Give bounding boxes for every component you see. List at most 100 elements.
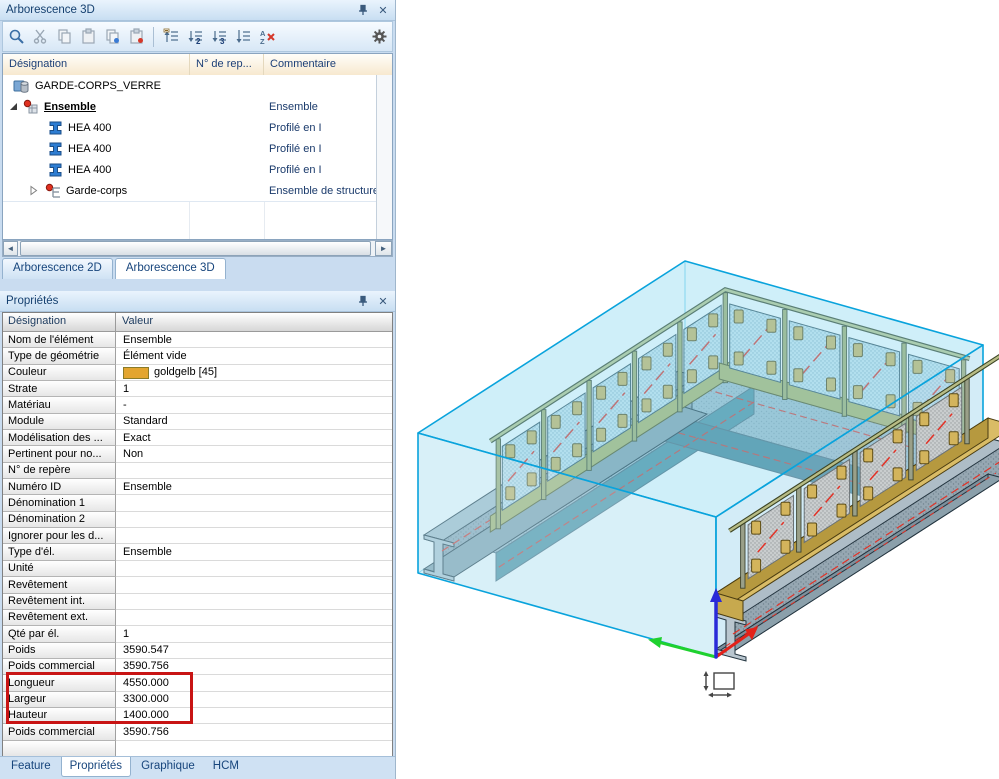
clear-sort-icon[interactable]: AZ	[258, 28, 276, 46]
property-row[interactable]: Poids commercial3590.756	[3, 659, 392, 675]
expanded-triangle-icon[interactable]	[8, 101, 19, 112]
i-beam-profile-icon	[47, 141, 64, 157]
column-header-designation[interactable]: Désignation	[3, 54, 190, 75]
tab-proprietes[interactable]: Propriétés	[61, 757, 131, 777]
properties-panel-title: Propriétés	[0, 295, 58, 307]
tree-item-label: HEA 400	[64, 122, 111, 134]
property-row[interactable]: N° de repère	[3, 463, 392, 479]
property-row[interactable]: Unité	[3, 561, 392, 577]
close-icon[interactable]: ✕	[375, 2, 391, 18]
property-row[interactable]: Revêtement	[3, 577, 392, 593]
tree-item-comment: Profilé en I	[269, 143, 322, 155]
assembly-icon	[23, 99, 40, 115]
property-row[interactable]: Strate1	[3, 381, 392, 397]
tree-table-header: Désignation N° de rep... Commentaire	[3, 54, 392, 76]
property-row[interactable]: Revêtement ext.	[3, 610, 392, 626]
scrollbar-thumb[interactable]	[20, 241, 371, 256]
tree-tab-bar: Arborescence 2D Arborescence 3D	[2, 258, 226, 282]
tree-item-label: Garde-corps	[62, 185, 127, 197]
dock-panel-column: Arborescence 3D ✕	[0, 0, 396, 779]
column-header-comment[interactable]: Commentaire	[264, 54, 392, 75]
scroll-right-arrow[interactable]: ►	[375, 241, 392, 256]
structure-assembly-icon	[45, 183, 62, 199]
property-row[interactable]: Dénomination 2	[3, 512, 392, 528]
property-row[interactable]	[3, 741, 392, 757]
vertical-scrollbar[interactable]	[376, 75, 392, 239]
cut-icon[interactable]	[31, 28, 49, 46]
bottom-tab-bar: Feature Propriétés Graphique HCM	[0, 756, 395, 779]
settings-gear-icon[interactable]	[370, 28, 388, 46]
property-row-color[interactable]: Couleurgoldgelb [45]	[3, 365, 392, 381]
paste-special-icon[interactable]	[127, 28, 145, 46]
property-row-hauteur[interactable]: Hauteur1400.000	[3, 708, 392, 724]
search-icon[interactable]	[7, 28, 25, 46]
scroll-left-arrow[interactable]: ◄	[3, 241, 18, 256]
column-header-valeur: Valeur	[116, 313, 392, 331]
copy-special-icon[interactable]	[103, 28, 121, 46]
expand-level-3-icon[interactable]: 3	[210, 28, 228, 46]
table-row[interactable]: Ensemble Ensemble	[3, 96, 378, 118]
tree-item-label: GARDE-CORPS_VERRE	[31, 80, 161, 92]
tab-graphique[interactable]: Graphique	[133, 757, 203, 777]
property-row[interactable]: Poids commercial3590.756	[3, 724, 392, 740]
column-header-rep[interactable]: N° de rep...	[190, 54, 264, 75]
property-row-largeur[interactable]: Largeur3300.000	[3, 692, 392, 708]
tab-arborescence-3d[interactable]: Arborescence 3D	[115, 258, 226, 279]
i-beam-profile-icon	[47, 120, 64, 136]
horizontal-scrollbar[interactable]: ◄ ►	[2, 240, 393, 257]
application-window: Arborescence 3D ✕	[0, 0, 999, 779]
tree-panel-title: Arborescence 3D	[0, 4, 95, 16]
3d-scene	[396, 0, 999, 779]
property-row[interactable]: Modélisation des ...Exact	[3, 430, 392, 446]
pin-icon[interactable]	[355, 2, 371, 18]
collapse-tree-icon[interactable]	[162, 28, 180, 46]
copy-icon[interactable]	[55, 28, 73, 46]
tree-item-label: HEA 400	[64, 143, 111, 155]
property-row[interactable]: Ignorer pour les d...	[3, 528, 392, 544]
property-row[interactable]: Poids3590.547	[3, 643, 392, 659]
property-row[interactable]: Pertinent pour no...Non	[3, 446, 392, 462]
property-row-longueur[interactable]: Longueur4550.000	[3, 675, 392, 691]
svg-text:3: 3	[220, 37, 225, 45]
pin-icon[interactable]	[355, 293, 371, 309]
i-beam-profile-icon	[47, 162, 64, 178]
property-row[interactable]: Matériau-	[3, 397, 392, 413]
property-row[interactable]: Type de géométrieÉlément vide	[3, 348, 392, 364]
properties-panel-titlebar: Propriétés ✕	[0, 291, 395, 312]
tree-item-comment: Ensemble	[269, 101, 318, 113]
expand-level-2-icon[interactable]: 2	[186, 28, 204, 46]
property-row[interactable]: Type d'él.Ensemble	[3, 544, 392, 560]
property-row[interactable]: ModuleStandard	[3, 414, 392, 430]
tree-item-comment: Ensemble de structure	[269, 185, 379, 197]
property-row[interactable]: Numéro IDEnsemble	[3, 479, 392, 495]
property-row[interactable]: Nom de l'élémentEnsemble	[3, 332, 392, 348]
tree-panel-titlebar: Arborescence 3D ✕	[0, 0, 395, 21]
color-swatch	[123, 367, 149, 379]
table-row[interactable]: HEA 400 Profilé en I	[3, 138, 378, 160]
properties-table-header: Désignation Valeur	[3, 313, 392, 332]
property-row[interactable]: Revêtement int.	[3, 594, 392, 610]
table-row[interactable]: HEA 400 Profilé en I	[3, 159, 378, 181]
paste-icon[interactable]	[79, 28, 97, 46]
collapsed-triangle-icon[interactable]	[28, 185, 39, 196]
table-row[interactable]: Garde-corps Ensemble de structure	[3, 180, 378, 202]
tree-toolbar: 2 3 AZ	[2, 21, 393, 52]
svg-text:Z: Z	[260, 37, 265, 45]
toolbar-separator	[153, 27, 154, 47]
scene-icon	[13, 78, 31, 94]
property-row[interactable]: Dénomination 1	[3, 495, 392, 511]
tab-hcm[interactable]: HCM	[205, 757, 247, 777]
table-row[interactable]: GARDE-CORPS_VERRE	[3, 75, 378, 97]
close-icon[interactable]: ✕	[375, 293, 391, 309]
column-header-designation: Désignation	[3, 313, 116, 331]
table-row[interactable]: HEA 400 Profilé en I	[3, 117, 378, 139]
property-row[interactable]: Qté par él.1	[3, 626, 392, 642]
3d-viewport[interactable]	[396, 0, 999, 779]
expand-all-icon[interactable]	[234, 28, 252, 46]
tab-arborescence-2d[interactable]: Arborescence 2D	[2, 258, 113, 279]
tree-item-label-selected: Ensemble	[40, 101, 96, 113]
tab-feature[interactable]: Feature	[3, 757, 59, 777]
properties-table: Désignation Valeur Nom de l'élémentEnsem…	[2, 312, 393, 756]
tree-item-comment: Profilé en I	[269, 164, 322, 176]
tree-item-label: HEA 400	[64, 164, 111, 176]
